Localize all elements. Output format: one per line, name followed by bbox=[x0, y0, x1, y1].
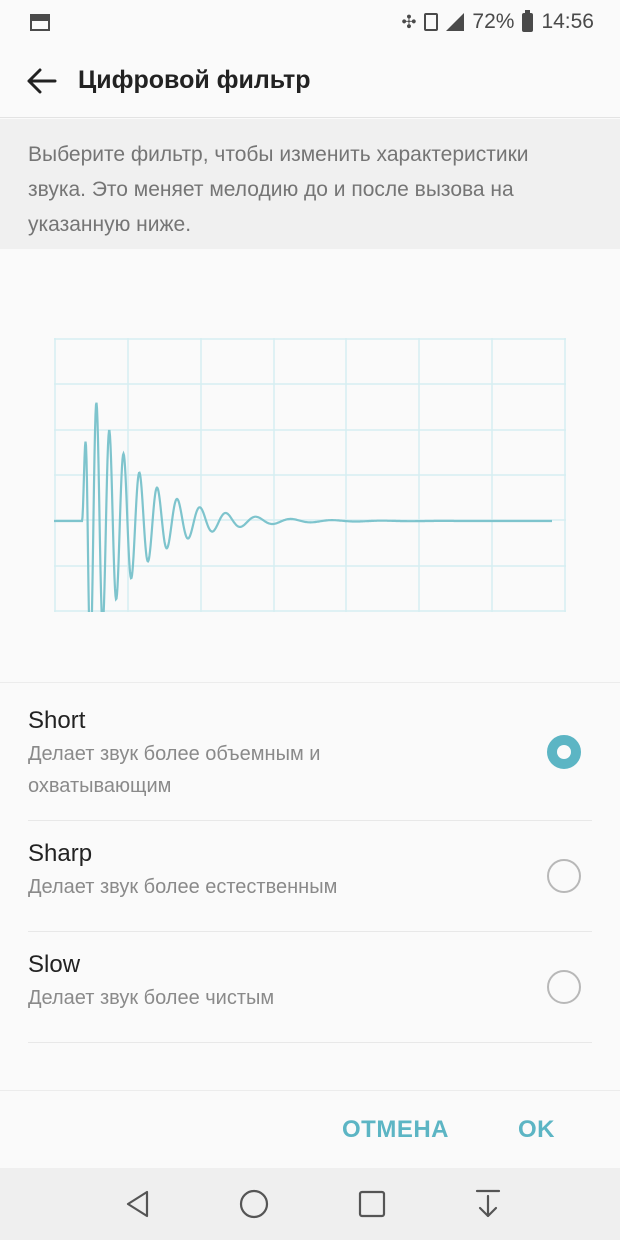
square-recents-icon bbox=[358, 1190, 386, 1218]
page-title: Цифровой фильтр bbox=[78, 66, 311, 94]
clock: 14:56 bbox=[541, 10, 594, 33]
signal-icon bbox=[446, 13, 465, 31]
arrow-down-notification-icon bbox=[475, 1189, 501, 1218]
battery-icon bbox=[522, 9, 534, 32]
option-description: Делает звук более объемным и охватывающи… bbox=[28, 743, 321, 797]
nav-recents-button[interactable] bbox=[354, 1186, 390, 1222]
filter-waveform bbox=[54, 338, 566, 612]
radio-short[interactable] bbox=[547, 735, 581, 769]
description-text: Выберите фильтр, чтобы изменить характер… bbox=[0, 119, 620, 249]
back-button[interactable] bbox=[24, 63, 60, 99]
radio-slow[interactable] bbox=[547, 970, 581, 1004]
nfc-icon: ✣ bbox=[401, 11, 417, 32]
option-description: Делает звук более естественным bbox=[28, 876, 338, 898]
app-bar: Цифровой фильтр bbox=[0, 44, 620, 118]
option-short[interactable]: Short Делает звук более объемным и охват… bbox=[0, 688, 620, 821]
option-title: Short bbox=[28, 707, 86, 734]
nav-notifications-button[interactable] bbox=[470, 1186, 506, 1222]
circle-home-icon bbox=[239, 1189, 269, 1219]
divider bbox=[0, 682, 620, 683]
vibrate-icon bbox=[424, 13, 439, 31]
status-right: ✣ 72% 14:56 bbox=[401, 9, 594, 34]
navigation-bar bbox=[0, 1168, 620, 1240]
waveform-graphic bbox=[54, 338, 566, 612]
radio-sharp[interactable] bbox=[547, 859, 581, 893]
status-bar: ✣ 72% 14:56 bbox=[0, 0, 620, 44]
arrow-left-icon bbox=[27, 68, 57, 93]
divider bbox=[28, 1042, 592, 1043]
ok-button[interactable]: OK bbox=[518, 1116, 555, 1144]
dialog-buttons: ОТМЕНА OK bbox=[0, 1098, 620, 1164]
cancel-button[interactable]: ОТМЕНА bbox=[342, 1116, 449, 1144]
filter-options-list: Short Делает звук более объемным и охват… bbox=[0, 688, 620, 1043]
nav-home-button[interactable] bbox=[236, 1186, 272, 1222]
option-slow[interactable]: Slow Делает звук более чистым bbox=[0, 932, 620, 1043]
nav-back-button[interactable] bbox=[120, 1186, 156, 1222]
triangle-back-icon bbox=[126, 1190, 149, 1218]
option-title: Sharp bbox=[28, 840, 93, 867]
option-title: Slow bbox=[28, 951, 81, 978]
status-left bbox=[30, 13, 50, 31]
divider bbox=[0, 1090, 620, 1091]
option-sharp[interactable]: Sharp Делает звук более естественным bbox=[0, 821, 620, 932]
gallery-notification-icon bbox=[30, 13, 50, 31]
battery-percent: 72% bbox=[472, 10, 515, 33]
option-description: Делает звук более чистым bbox=[28, 987, 275, 1009]
